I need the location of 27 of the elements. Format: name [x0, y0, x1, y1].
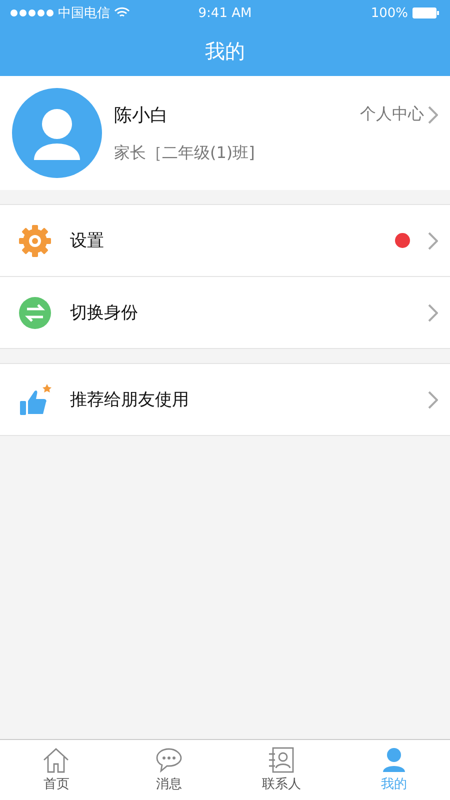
tab-item[interactable]: 消息: [112, 740, 225, 800]
chevron-icon: [428, 390, 438, 408]
gear-icon: [18, 224, 52, 258]
user-role: 家长［二年级(1)班]: [114, 142, 256, 164]
avatar-icon: [12, 88, 102, 178]
wifi-icon: [114, 7, 130, 19]
contact-card-icon: [267, 747, 296, 773]
chevron-icon: [428, 106, 438, 124]
chevron-icon: [428, 232, 438, 250]
personal-center-link[interactable]: 个人中心: [360, 104, 438, 125]
chevron-icon: [428, 304, 438, 322]
thumbs-up-icon: [18, 382, 52, 416]
menu-item[interactable]: 切换身份: [0, 277, 450, 349]
swap-icon: [18, 296, 52, 330]
status-time: 9:41 AM: [198, 6, 252, 20]
tab-item[interactable]: 首页: [0, 740, 112, 800]
menu-item[interactable]: 推荐给朋友使用: [0, 364, 450, 436]
signal-icon: [10, 9, 54, 17]
chat-bubble-icon: [154, 747, 183, 773]
page-title: 我的: [205, 38, 245, 64]
user-name: 陈小白: [114, 104, 168, 126]
tab-item[interactable]: 联系人: [225, 740, 338, 800]
home-icon: [42, 747, 70, 773]
battery-icon: [412, 7, 440, 19]
carrier-name: 中国电信: [58, 5, 110, 22]
menu-item[interactable]: 设置: [0, 205, 450, 277]
battery-percent: 100%: [370, 6, 408, 20]
